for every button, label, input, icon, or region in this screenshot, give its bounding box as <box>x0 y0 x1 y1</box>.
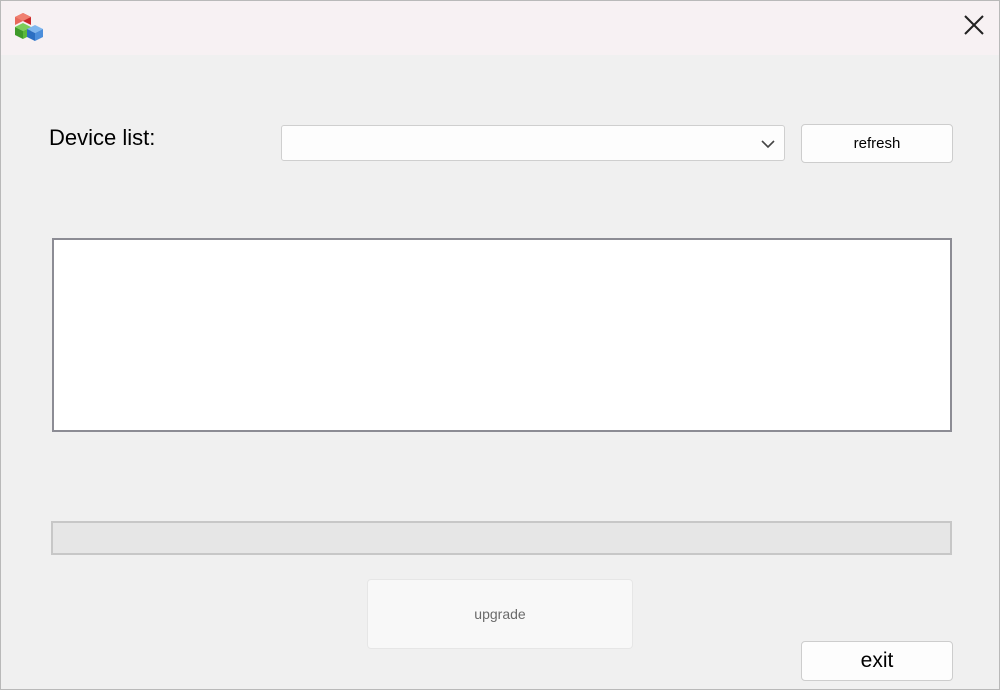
app-cubes-icon <box>13 11 45 43</box>
device-dropdown[interactable] <box>281 125 785 161</box>
progress-bar <box>51 521 952 555</box>
title-bar <box>1 1 999 55</box>
close-icon <box>963 14 985 41</box>
log-output-box[interactable] <box>52 238 952 432</box>
app-window: Device list: refresh upgrade exit <box>0 0 1000 690</box>
close-button[interactable] <box>949 1 999 53</box>
refresh-button[interactable]: refresh <box>801 124 953 163</box>
upgrade-button[interactable]: upgrade <box>367 579 633 649</box>
device-list-label: Device list: <box>49 125 156 150</box>
exit-button[interactable]: exit <box>801 641 953 681</box>
chevron-down-icon <box>760 136 776 152</box>
